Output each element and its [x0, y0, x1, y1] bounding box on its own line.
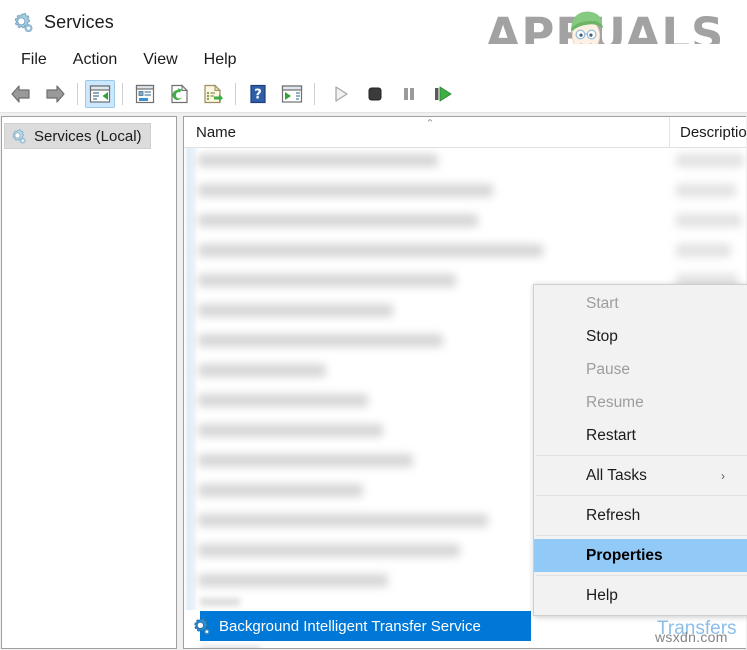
list-item[interactable]: [198, 574, 388, 587]
context-menu-item-resume: Resume: [534, 386, 747, 419]
list-item[interactable]: [198, 484, 363, 497]
context-menu-separator: [536, 455, 747, 456]
window-title: Services: [44, 11, 114, 32]
toolbar-separator: [235, 83, 236, 105]
list-item[interactable]: [198, 544, 460, 557]
menu-view[interactable]: View: [130, 48, 190, 72]
show-hide-action-pane-icon[interactable]: [277, 80, 307, 108]
stop-service-icon[interactable]: [360, 80, 390, 108]
list-item-description: [676, 214, 742, 227]
help-icon[interactable]: ?: [243, 80, 273, 108]
sidebar-item-services-local[interactable]: Services (Local): [4, 123, 151, 149]
column-header-description-label: Descriptio: [680, 123, 746, 141]
context-menu-item-label: Help: [586, 586, 618, 604]
refresh-icon[interactable]: [164, 80, 194, 108]
back-icon[interactable]: [6, 80, 36, 108]
restart-service-icon[interactable]: [428, 80, 458, 108]
menu-bar: File Action View Help: [0, 44, 747, 76]
list-item-description: [676, 244, 731, 257]
sidebar-item-label: Services (Local): [34, 127, 142, 145]
list-item-partial: [200, 646, 260, 648]
list-item-selected-label: Background Intelligent Transfer Service: [219, 617, 481, 635]
list-left-shade: [184, 148, 198, 610]
service-gear-icon: [190, 615, 212, 637]
context-menu-separator: [536, 535, 747, 536]
list-item[interactable]: [198, 154, 438, 167]
toolbar-separator: [77, 83, 78, 105]
console-tree-pane: Services (Local): [1, 116, 177, 649]
context-menu-item-label: Properties: [586, 546, 663, 564]
list-item[interactable]: [198, 394, 368, 407]
column-header-name-label: Name: [196, 123, 237, 141]
list-item[interactable]: [198, 184, 493, 197]
list-item-description: [676, 184, 736, 197]
list-item[interactable]: [198, 244, 543, 257]
pause-service-icon: [394, 80, 424, 108]
services-gear-icon: [9, 127, 27, 145]
context-menu-item-properties[interactable]: Properties: [534, 539, 747, 572]
context-menu-item-restart[interactable]: Restart: [534, 419, 747, 452]
sort-ascending-icon: ⌃: [425, 118, 435, 130]
context-menu-item-label: Stop: [586, 327, 618, 345]
context-menu-item-label: Restart: [586, 426, 636, 444]
list-item[interactable]: [198, 304, 393, 317]
menu-action[interactable]: Action: [60, 48, 130, 72]
list-item-partial: [200, 598, 240, 606]
toolbar-separator: [122, 83, 123, 105]
list-item[interactable]: [198, 454, 413, 467]
list-item[interactable]: [198, 274, 456, 287]
context-menu-item-start: Start: [534, 287, 747, 320]
context-menu-item-stop[interactable]: Stop: [534, 320, 747, 353]
menu-file[interactable]: File: [8, 48, 60, 72]
list-item[interactable]: [198, 514, 488, 527]
list-item[interactable]: [198, 424, 383, 437]
context-menu-separator: [536, 495, 747, 496]
context-menu-separator: [536, 575, 747, 576]
toolbar-separator: [314, 83, 315, 105]
export-list-icon[interactable]: [198, 80, 228, 108]
context-menu-item-help[interactable]: Help: [534, 579, 747, 612]
svg-text:?: ?: [254, 88, 262, 103]
list-item[interactable]: [198, 214, 478, 227]
context-menu-item-label: Pause: [586, 360, 630, 378]
list-item[interactable]: [198, 334, 443, 347]
list-column-headers: Name ⌃ Descriptio: [184, 117, 746, 148]
show-hide-console-tree-icon[interactable]: [85, 80, 115, 108]
context-menu-item-pause: Pause: [534, 353, 747, 386]
context-menu-item-label: Resume: [586, 393, 644, 411]
toolbar: ?: [0, 76, 747, 113]
title-bar: Services: [0, 0, 747, 44]
context-menu-item-all-tasks[interactable]: All Tasks ›: [534, 459, 747, 492]
context-menu: Start Stop Pause Resume Restart All Task…: [533, 284, 747, 616]
start-service-icon: [326, 80, 356, 108]
chevron-right-icon: ›: [721, 468, 725, 483]
list-item[interactable]: [198, 364, 326, 377]
properties-icon[interactable]: [130, 80, 160, 108]
context-menu-item-label: Refresh: [586, 506, 641, 524]
services-gear-icon: [10, 10, 34, 34]
context-menu-item-label: All Tasks: [586, 466, 647, 484]
site-watermark: wsxdn.com: [655, 629, 728, 645]
menu-help[interactable]: Help: [191, 48, 250, 72]
context-menu-item-label: Start: [586, 294, 619, 312]
column-header-description[interactable]: Descriptio: [669, 117, 746, 147]
forward-icon[interactable]: [40, 80, 70, 108]
context-menu-item-refresh[interactable]: Refresh: [534, 499, 747, 532]
list-item-description: [676, 154, 744, 167]
